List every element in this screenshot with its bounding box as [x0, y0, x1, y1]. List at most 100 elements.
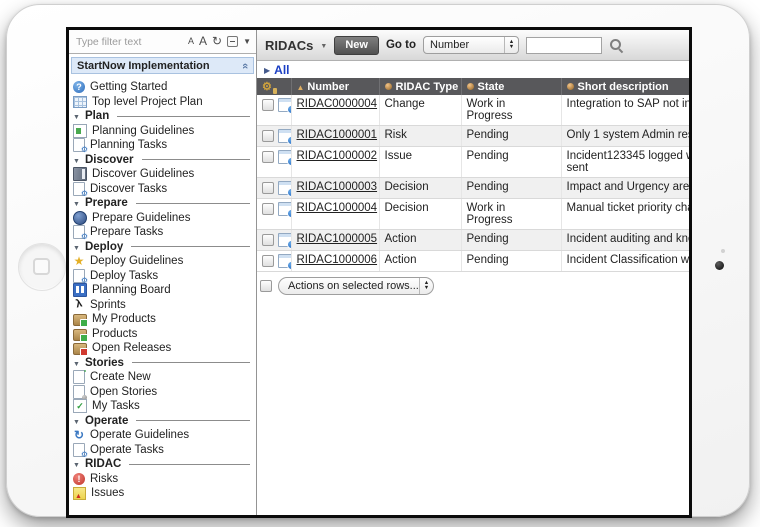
actions-select[interactable]: Actions on selected rows... — [278, 277, 434, 295]
gold-gear-icon[interactable] — [262, 81, 272, 93]
sidebar-item-open-releases[interactable]: Open Releases — [73, 341, 256, 356]
sidebar-item-planning-tasks[interactable]: Planning Tasks — [73, 138, 256, 153]
short-description-cell: Impact and Urgency are re — [566, 181, 690, 193]
text-size-large-icon[interactable] — [199, 35, 207, 49]
sidebar-item-label: Prepare Guidelines — [92, 211, 191, 224]
home-button[interactable] — [18, 243, 66, 291]
sidebar-item-issues[interactable]: Issues — [73, 486, 256, 501]
chevron-down-icon[interactable] — [73, 110, 80, 122]
ridac-list-table: Number RIDAC Type State Short descriptio… — [257, 78, 689, 272]
preview-record-icon[interactable] — [278, 181, 290, 197]
sidebar-section-operate[interactable]: Operate — [73, 414, 256, 429]
preview-record-icon[interactable] — [278, 129, 290, 145]
sidebar-item-operate-guidelines[interactable]: Operate Guidelines — [73, 428, 256, 443]
record-number-link[interactable]: RIDAC1000004 — [297, 202, 378, 214]
refresh-icon[interactable] — [212, 35, 222, 49]
section-label: Deploy — [84, 240, 124, 253]
sidebar-item-deploy-tasks[interactable]: Deploy Tasks — [73, 268, 256, 283]
record-number-link[interactable]: RIDAC1000001 — [297, 129, 378, 141]
preview-record-icon[interactable] — [278, 150, 290, 166]
row-checkbox[interactable] — [262, 234, 274, 246]
sidebar-item-planning-guidelines[interactable]: Planning Guidelines — [73, 123, 256, 139]
sidebar-item-prepare-tasks[interactable]: Prepare Tasks — [73, 225, 256, 240]
menu-dropdown-icon[interactable] — [243, 36, 251, 48]
camera-dot-small — [721, 249, 725, 253]
personalize-column-header[interactable] — [257, 78, 292, 95]
magnifier-icon[interactable] — [609, 38, 624, 53]
sidebar-section-prepare[interactable]: Prepare — [73, 196, 256, 211]
navigator-module-header[interactable]: StartNow Implementation — [71, 57, 254, 74]
sidebar-item-label: Issues — [91, 487, 125, 500]
column-header-ridac-type[interactable]: RIDAC Type — [379, 78, 462, 95]
chevron-down-icon[interactable] — [73, 357, 80, 369]
chevron-down-icon[interactable] — [73, 241, 80, 253]
record-number-link[interactable]: RIDAC0000004 — [297, 98, 378, 110]
sidebar-item-sprints[interactable]: Sprints — [73, 298, 256, 313]
column-header-state[interactable]: State — [461, 78, 562, 95]
collapse-all-icon[interactable] — [227, 36, 239, 47]
sidebar-item-label: Create New — [90, 371, 151, 384]
sidebar-item-label: Prepare Tasks — [90, 226, 164, 239]
select-all-checkbox[interactable] — [260, 280, 272, 292]
row-checkbox[interactable] — [262, 151, 274, 163]
sidebar-item-getting-started[interactable]: Getting Started — [73, 80, 256, 95]
list-title[interactable]: RIDACs — [265, 38, 313, 53]
goto-field-select[interactable]: Number — [423, 36, 519, 54]
chevron-down-icon[interactable] — [73, 458, 80, 470]
orange-dot-icon[interactable] — [566, 82, 574, 90]
filter-input[interactable] — [74, 34, 183, 49]
sidebar-item-deploy-guidelines[interactable]: Deploy Guidelines — [73, 254, 256, 269]
row-checkbox[interactable] — [262, 130, 274, 142]
sidebar-item-label: Operate Guidelines — [90, 429, 190, 442]
sidebar-item-create-new[interactable]: Create New — [73, 370, 256, 385]
double-chevron-up-icon[interactable] — [239, 62, 251, 68]
sidebar-section-discover[interactable]: Discover — [73, 153, 256, 168]
sidebar-item-my-products[interactable]: My Products — [73, 312, 256, 327]
column-header-short-description[interactable]: Short description — [561, 78, 689, 95]
orange-dot-icon[interactable] — [384, 82, 392, 90]
row-checkbox[interactable] — [262, 182, 274, 194]
sidebar-item-products[interactable]: Products — [73, 327, 256, 341]
title-dropdown-icon[interactable] — [320, 39, 327, 51]
goto-search-input[interactable] — [526, 36, 602, 54]
section-divider — [129, 463, 250, 465]
sidebar-section-deploy[interactable]: Deploy — [73, 240, 256, 255]
book-icon — [73, 167, 87, 182]
sidebar-item-risks[interactable]: Risks — [73, 472, 256, 487]
row-checkbox[interactable] — [262, 255, 274, 267]
record-number-link[interactable]: RIDAC1000002 — [297, 150, 378, 162]
preview-record-icon[interactable] — [278, 202, 290, 218]
sidebar-item-operate-tasks[interactable]: Operate Tasks — [73, 442, 256, 457]
sidebar-item-prepare-guidelines[interactable]: Prepare Guidelines — [73, 210, 256, 226]
sidebar-item-open-stories[interactable]: Open Stories — [73, 384, 256, 399]
ridac-type-cell: Decision — [384, 181, 429, 193]
sidebar-item-discover-guidelines[interactable]: Discover Guidelines — [73, 167, 256, 182]
breadcrumb-all-link[interactable]: All — [274, 63, 289, 77]
sidebar-item-label: Risks — [90, 472, 119, 485]
preview-record-icon[interactable] — [278, 98, 290, 114]
sidebar-item-planning-board[interactable]: Planning Board — [73, 283, 256, 298]
chevron-down-icon[interactable] — [73, 154, 80, 166]
breadcrumb-arrow-icon[interactable] — [264, 64, 270, 76]
text-size-small-icon[interactable] — [188, 36, 194, 48]
row-checkbox[interactable] — [262, 203, 274, 215]
sidebar-section-plan[interactable]: Plan — [73, 109, 256, 124]
row-checkbox[interactable] — [262, 99, 274, 111]
sidebar-item-discover-tasks[interactable]: Discover Tasks — [73, 181, 256, 196]
sidebar-section-ridac[interactable]: RIDAC — [73, 457, 256, 472]
sidebar-item-top-level-project-plan[interactable]: Top level Project Plan — [73, 95, 256, 110]
orange-dot-icon[interactable] — [466, 82, 474, 90]
chevron-down-icon[interactable] — [73, 415, 80, 427]
preview-record-icon[interactable] — [278, 254, 290, 270]
record-number-link[interactable]: RIDAC1000006 — [297, 254, 378, 266]
preview-record-icon[interactable] — [278, 233, 290, 249]
record-number-link[interactable]: RIDAC1000003 — [297, 181, 378, 193]
new-button[interactable]: New — [334, 35, 379, 55]
sidebar-item-label: Deploy Guidelines — [90, 255, 184, 268]
sidebar-item-label: Products — [92, 327, 138, 340]
record-number-link[interactable]: RIDAC1000005 — [297, 233, 378, 245]
chevron-down-icon[interactable] — [73, 197, 80, 209]
sidebar-section-stories[interactable]: Stories — [73, 356, 256, 371]
sidebar-item-my-tasks[interactable]: My Tasks — [73, 399, 256, 414]
column-header-number[interactable]: Number — [291, 78, 380, 95]
